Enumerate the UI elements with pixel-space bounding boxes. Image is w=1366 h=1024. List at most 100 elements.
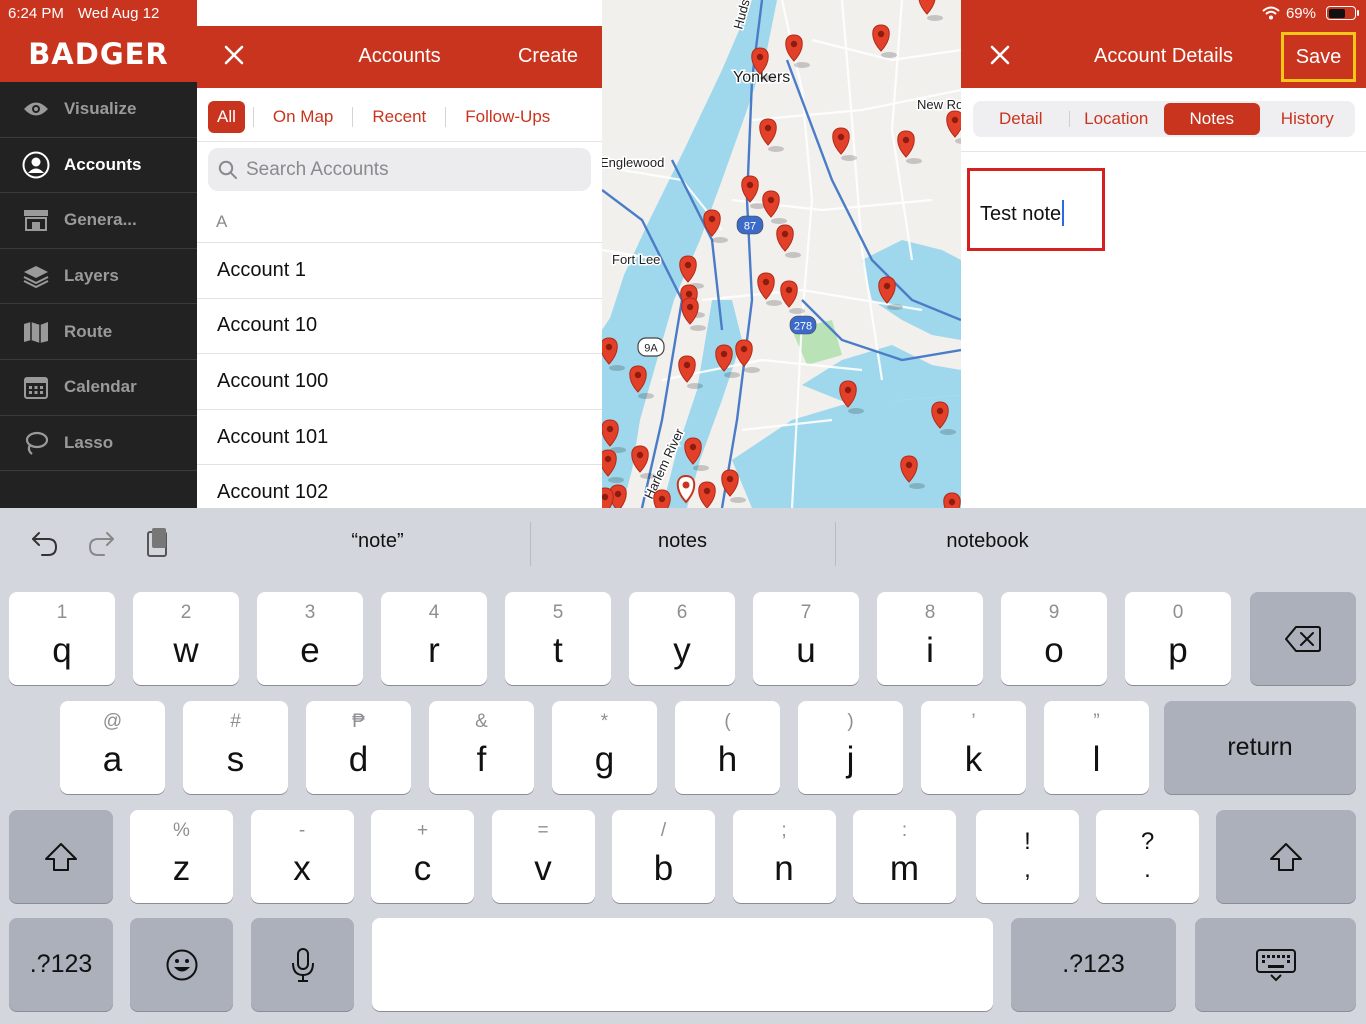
key-i[interactable]: 8i (877, 592, 983, 685)
key-w[interactable]: 2w (133, 592, 239, 685)
numbers-key-right[interactable]: .?123 (1011, 918, 1176, 1011)
sidebar-item-route[interactable]: Route (0, 304, 197, 360)
key-d[interactable]: ₱ d (306, 701, 411, 794)
key-c[interactable]: + c (371, 810, 474, 903)
return-label: return (1227, 733, 1293, 761)
sidebar-item-visualize[interactable]: Visualize (0, 82, 197, 138)
map-pin[interactable] (776, 224, 801, 258)
hide-keyboard-key[interactable] (1195, 918, 1356, 1011)
key-g[interactable]: * g (552, 701, 657, 794)
undo-button[interactable] (28, 526, 62, 560)
key-char: g (594, 740, 615, 779)
key-q[interactable]: 1q (9, 592, 115, 685)
tab-detail[interactable]: Detail (973, 103, 1069, 135)
key-j[interactable]: ) j (798, 701, 903, 794)
filter-tab-all[interactable]: All (208, 101, 245, 133)
suggestion-2[interactable]: notes (530, 530, 835, 553)
search-input[interactable] (246, 158, 576, 181)
return-key[interactable]: return (1164, 701, 1356, 794)
key-bottom-char: . (1144, 856, 1151, 883)
space-bar[interactable] (372, 918, 993, 1011)
sidebar-item-genera[interactable]: Genera... (0, 193, 197, 249)
suggestion-3[interactable]: notebook (835, 530, 1140, 553)
key-hint: - (298, 820, 306, 841)
divider (197, 141, 602, 142)
numbers-label: .?123 (29, 950, 93, 978)
key-k[interactable]: ’ k (921, 701, 1026, 794)
paste-button[interactable] (140, 526, 174, 560)
filter-tab-onmap[interactable]: On Map (262, 101, 344, 133)
tab-history[interactable]: History (1260, 103, 1356, 135)
list-item[interactable]: Account 1 (197, 243, 602, 299)
map-pin[interactable] (918, 0, 943, 21)
tab-location[interactable]: Location (1068, 103, 1165, 135)
suggestion-1[interactable]: “note” (225, 530, 530, 553)
map-pin[interactable] (741, 175, 766, 209)
search-bar[interactable] (208, 148, 591, 191)
map-pin[interactable] (943, 492, 961, 508)
sidebar-item-layers[interactable]: Layers (0, 249, 197, 305)
key-l[interactable]: ” l (1044, 701, 1149, 794)
sidebar-item-accounts[interactable]: Accounts (0, 138, 197, 194)
key-y[interactable]: 6y (629, 592, 735, 685)
map-label: Englewood (602, 155, 664, 170)
key-x[interactable]: -x (250, 810, 354, 903)
list-item[interactable]: Account 102 (197, 465, 602, 508)
filter-tab-recent[interactable]: Recent (361, 101, 437, 133)
key-t[interactable]: 5t (505, 592, 611, 685)
key-o[interactable]: 9o (1001, 592, 1107, 685)
key-s[interactable]: # s (183, 701, 288, 794)
map-pin[interactable] (946, 110, 961, 144)
list-item[interactable]: Account 100 (197, 354, 602, 410)
redo-button[interactable] (84, 526, 118, 560)
key-m[interactable]: :m (853, 810, 956, 903)
details-header: Account Details Save (961, 26, 1366, 88)
save-button[interactable]: Save (1281, 32, 1356, 82)
list-item[interactable]: Account 10 (197, 299, 602, 355)
map-pin[interactable] (872, 24, 897, 58)
delete-key[interactable] (1250, 592, 1356, 685)
notes-textarea[interactable]: Test note (967, 168, 1105, 251)
map-view[interactable]: HudsYonkersNew RoEnglewoodFort LeeHarlem… (602, 0, 961, 508)
map-pin[interactable] (735, 339, 760, 373)
key-v[interactable]: = v (491, 810, 595, 903)
numbers-key-left[interactable]: .?123 (9, 918, 113, 1011)
dictation-key[interactable] (251, 918, 354, 1011)
map-pin[interactable] (757, 272, 782, 306)
filter-tab-followups[interactable]: Follow-Ups (454, 101, 561, 133)
key-char: r (428, 631, 440, 670)
map-pin[interactable] (703, 209, 728, 243)
map-pin[interactable] (762, 190, 787, 224)
lasso-icon (22, 429, 50, 457)
key-hint: + (416, 820, 429, 841)
sidebar-item-calendar[interactable]: Calendar (0, 360, 197, 416)
key-hint: / (660, 820, 667, 841)
key-question-period[interactable]: ?. (1096, 810, 1199, 903)
key-n[interactable]: ; n (732, 810, 836, 903)
key-f[interactable]: & f (429, 701, 534, 794)
tab-notes[interactable]: Notes (1164, 103, 1260, 135)
left-shift-key[interactable] (9, 810, 113, 903)
sidebar-item-lasso[interactable]: Lasso (0, 416, 197, 472)
key-r[interactable]: 4r (381, 592, 487, 685)
list-item[interactable]: Account 101 (197, 410, 602, 466)
right-shift-key[interactable] (1216, 810, 1356, 903)
emoji-key[interactable] (130, 918, 233, 1011)
key-p[interactable]: 0p (1125, 592, 1231, 685)
on-screen-keyboard: “note” notes notebook 1q2w3e4r5t6y7u8i9o… (0, 508, 1366, 1024)
map-pin[interactable] (780, 280, 805, 314)
key-hint: 7 (800, 602, 812, 623)
map-pin[interactable] (897, 130, 922, 164)
create-account-button[interactable]: Create (518, 45, 578, 68)
key-e[interactable]: 3e (257, 592, 363, 685)
key-a[interactable]: @ a (60, 701, 165, 794)
key-exclaim-comma[interactable]: !, (976, 810, 1079, 903)
map-pin[interactable] (679, 255, 704, 289)
map-pin[interactable] (759, 118, 784, 152)
key-b[interactable]: / b (612, 810, 715, 903)
key-h[interactable]: (h (675, 701, 780, 794)
map-pin[interactable] (698, 481, 723, 508)
key-z[interactable]: % z (130, 810, 233, 903)
map-canvas[interactable]: HudsYonkersNew RoEnglewoodFort LeeHarlem… (602, 0, 961, 508)
key-u[interactable]: 7u (753, 592, 859, 685)
